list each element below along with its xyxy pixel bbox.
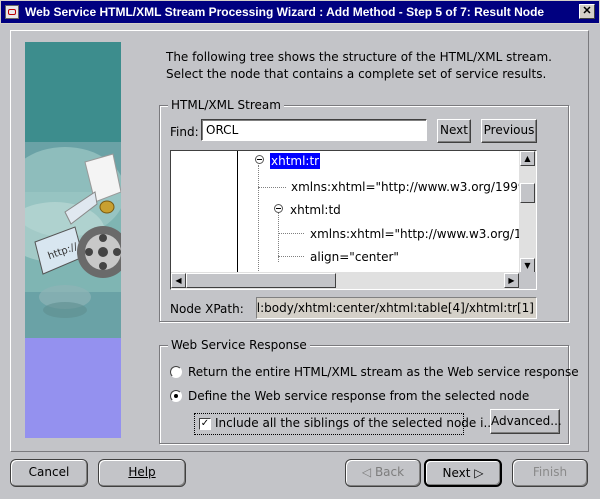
intro-text: The following tree shows the structure o…: [166, 50, 552, 81]
include-siblings-checkbox-row[interactable]: ✓ Include all the siblings of the select…: [194, 413, 495, 435]
scroll-right-icon[interactable]: ▶: [504, 273, 519, 288]
response-group: Web Service Response Return the entire H…: [159, 337, 579, 444]
include-siblings-checkbox[interactable]: ✓: [199, 418, 211, 430]
advanced-button[interactable]: Advanced...: [490, 409, 562, 434]
stream-tree[interactable]: xhtml:tr xmlns:xhtml="http://www.w3.org/…: [170, 150, 537, 290]
radio-label: Return the entire HTML/XML stream as the…: [188, 365, 579, 379]
window-title: Web Service HTML/XML Stream Processing W…: [25, 5, 545, 19]
tree-guide-line: [278, 212, 279, 262]
title-bar[interactable]: Web Service HTML/XML Stream Processing W…: [0, 0, 600, 24]
scroll-up-icon[interactable]: ▲: [520, 151, 535, 166]
xpath-value: /xhtml:html/xhtml:body/xhtml:center/xhtm…: [256, 301, 534, 315]
stream-group-title: HTML/XML Stream: [168, 97, 284, 113]
help-label: Help: [128, 465, 156, 479]
tree-guide-line: [278, 256, 304, 257]
tree-guide-line: [258, 165, 259, 273]
help-button[interactable]: Help: [98, 459, 186, 487]
tree-guide-line: [278, 233, 304, 234]
back-button[interactable]: ◁ Back: [345, 459, 421, 487]
tree-node-selected[interactable]: xhtml:tr: [270, 153, 321, 169]
back-label: Back: [374, 465, 405, 479]
finish-button[interactable]: Finish: [512, 459, 588, 487]
radio-return-entire[interactable]: Return the entire HTML/XML stream as the…: [170, 364, 579, 380]
radio-button[interactable]: [170, 366, 182, 378]
radio-button-checked[interactable]: [170, 390, 182, 402]
next-label: Next: [442, 466, 471, 480]
horizontal-scroll-thumb[interactable]: [186, 273, 336, 288]
tree-guide-line: [258, 187, 286, 188]
app-icon: [5, 5, 19, 19]
include-siblings-label: Include all the siblings of the selected…: [215, 416, 495, 430]
find-previous-button[interactable]: Previous: [481, 119, 537, 143]
find-input[interactable]: [201, 119, 427, 141]
scroll-corner: [519, 272, 536, 289]
stream-group: HTML/XML Stream Find: Next Previous xhtm…: [159, 97, 569, 322]
close-button[interactable]: ✕: [579, 4, 595, 19]
find-next-button[interactable]: Next: [437, 119, 471, 143]
next-button[interactable]: Next ▷: [424, 459, 502, 487]
wizard-main-panel: http:// The following tree shows the str…: [10, 30, 589, 452]
tree-node[interactable]: align="center": [310, 249, 399, 265]
vertical-scroll-thumb[interactable]: [520, 183, 535, 203]
next-arrow-icon: ▷: [470, 466, 484, 480]
xpath-field[interactable]: /xhtml:html/xhtml:body/xhtml:center/xhtm…: [256, 297, 537, 319]
tree-node[interactable]: xhtml:td: [290, 202, 341, 218]
tree-content: xhtml:tr xmlns:xhtml="http://www.w3.org/…: [171, 151, 520, 273]
tree-vertical-scrollbar[interactable]: ▲ ▼: [519, 151, 536, 273]
scroll-left-icon[interactable]: ◀: [171, 273, 186, 288]
tree-guide-line: [237, 151, 238, 273]
wizard-side-illustration: http://: [25, 42, 121, 438]
collapse-icon[interactable]: [255, 155, 264, 164]
radio-label: Define the Web service response from the…: [188, 389, 530, 403]
tree-horizontal-scrollbar[interactable]: ◀ ▶: [171, 272, 520, 289]
scroll-down-icon[interactable]: ▼: [520, 258, 535, 273]
back-arrow-icon: ◁: [361, 465, 375, 479]
tree-node[interactable]: xmlns:xhtml="http://www.w3.org/1999/xhtm…: [310, 226, 520, 242]
xpath-label: Node XPath:: [170, 302, 244, 316]
response-group-title: Web Service Response: [168, 337, 310, 353]
radio-define-selected[interactable]: Define the Web service response from the…: [170, 388, 560, 404]
tree-node[interactable]: xmlns:xhtml="http://www.w3.org/1999/xhtm…: [291, 179, 520, 195]
find-label: Find:: [170, 125, 199, 139]
collapse-icon[interactable]: [274, 204, 283, 213]
cancel-button[interactable]: Cancel: [10, 459, 88, 487]
